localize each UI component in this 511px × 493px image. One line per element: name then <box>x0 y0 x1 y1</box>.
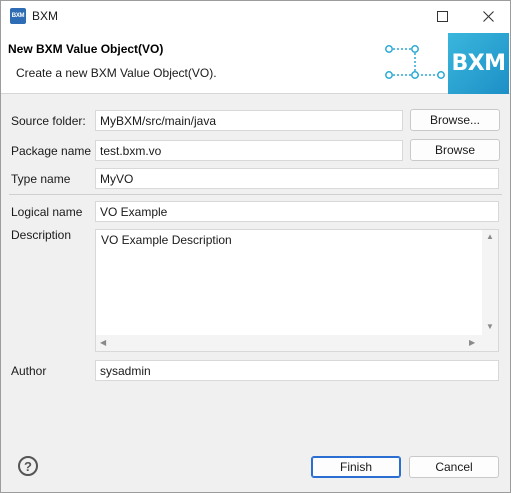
source-folder-field[interactable]: MyBXM/src/main/java <box>95 110 403 131</box>
package-browse-button[interactable]: Browse <box>410 139 500 161</box>
scroll-right-icon[interactable]: ▶ <box>469 339 475 347</box>
horizontal-scrollbar[interactable]: ◀ ▶ <box>96 335 482 351</box>
close-button[interactable] <box>465 1 511 31</box>
author-label: Author <box>11 364 47 378</box>
vertical-scrollbar[interactable]: ▲ ▼ <box>482 230 498 335</box>
scrollbar-corner <box>482 335 498 351</box>
package-name-field[interactable]: test.bxm.vo <box>95 140 403 161</box>
wizard-title: New BXM Value Object(VO) <box>8 42 164 56</box>
description-text: VO Example Description <box>101 233 232 247</box>
description-label: Description <box>11 228 72 242</box>
maximize-icon <box>436 10 448 22</box>
title-bar[interactable]: BXM BXM <box>1 1 510 31</box>
close-icon <box>482 10 494 22</box>
logical-name-label: Logical name <box>11 205 83 219</box>
type-name-field[interactable]: MyVO <box>95 168 499 189</box>
source-folder-browse-button[interactable]: Browse... <box>410 109 500 131</box>
help-icon[interactable]: ? <box>18 456 38 476</box>
maximize-button[interactable] <box>419 1 465 31</box>
wizard-header: New BXM Value Object(VO) Create a new BX… <box>1 31 510 94</box>
scroll-left-icon[interactable]: ◀ <box>100 339 106 347</box>
description-textarea[interactable]: VO Example Description ▲ ▼ ◀ ▶ <box>95 229 499 352</box>
scroll-up-icon[interactable]: ▲ <box>486 233 494 241</box>
author-field[interactable]: sysadmin <box>95 360 499 381</box>
separator <box>9 194 502 195</box>
source-folder-label: Source folder: <box>11 114 86 128</box>
new-vo-dialog: BXM BXM New BXM Value Object(VO) Create … <box>0 0 511 493</box>
logical-name-field[interactable]: VO Example <box>95 201 499 222</box>
cancel-button[interactable]: Cancel <box>409 456 499 478</box>
bxm-app-icon: BXM <box>10 8 26 24</box>
type-name-label: Type name <box>11 172 71 186</box>
connector-graphic-icon <box>385 45 445 79</box>
package-name-label: Package name <box>11 144 92 158</box>
scroll-down-icon[interactable]: ▼ <box>486 323 494 331</box>
wizard-subtitle: Create a new BXM Value Object(VO). <box>16 66 217 80</box>
window-title: BXM <box>32 9 59 23</box>
bxm-banner-logo: BXM <box>448 33 509 94</box>
finish-button[interactable]: Finish <box>311 456 401 478</box>
